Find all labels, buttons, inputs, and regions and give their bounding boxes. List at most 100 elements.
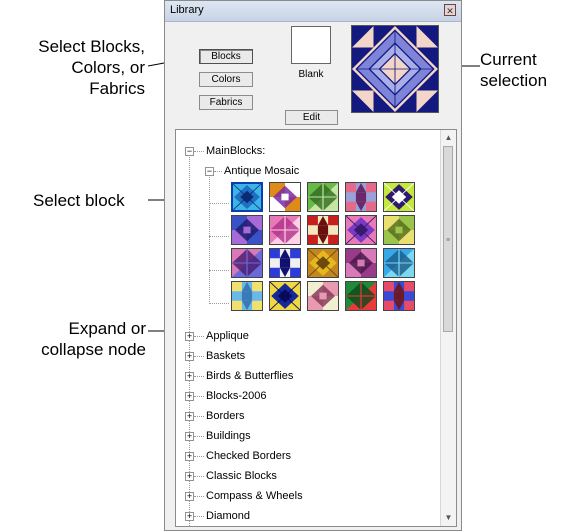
block-thumbnail[interactable] [231,215,263,245]
vertical-scrollbar[interactable]: ▲ ≡ ▼ [440,130,456,526]
block-image [270,216,300,244]
callout-line: Select Blocks, [38,37,145,56]
block-thumbnail[interactable] [231,248,263,278]
tree-guide [194,336,204,337]
tree-category-blocks-2006[interactable]: Blocks-2006 [206,388,267,404]
tree-category-classic-blocks[interactable]: Classic Blocks [206,468,277,484]
block-thumbnail[interactable] [307,215,339,245]
block-thumbnail[interactable] [345,182,377,212]
block-thumbnail[interactable] [269,215,301,245]
block-image [346,282,376,310]
tree-category-antique-mosaic[interactable]: Antique Mosaic [224,163,299,179]
callout-current-selection: Current selection [480,49,547,91]
antique-mosaic-collapse-toggle[interactable]: − [205,167,214,176]
tree-root-label[interactable]: MainBlocks: [206,143,265,159]
tree-guide [194,476,204,477]
block-thumbnail[interactable] [307,182,339,212]
tree-guide [209,270,229,271]
block-image [232,216,262,244]
expand-toggle-classic-blocks[interactable]: + [185,472,194,481]
block-thumbnail[interactable] [269,182,301,212]
block-thumbnail[interactable] [383,281,415,311]
block-thumbnail[interactable] [269,281,301,311]
tree-category-applique[interactable]: Applique [206,328,249,344]
block-thumbnail[interactable] [307,281,339,311]
panel-title: Library [170,4,204,16]
block-image [232,249,262,277]
block-image [346,216,376,244]
block-thumbnail[interactable] [269,248,301,278]
scroll-down-arrow-icon[interactable]: ▼ [441,510,456,526]
current-selection-preview [351,25,439,113]
tree-guide [194,456,204,457]
block-thumbnail[interactable] [383,182,415,212]
tree-guide [214,171,222,172]
expand-toggle-checked-borders[interactable]: + [185,452,194,461]
blank-swatch[interactable] [291,26,331,64]
expand-toggle-blocks-2006[interactable]: + [185,392,194,401]
block-image [232,282,262,310]
edit-button[interactable]: Edit [285,110,338,125]
block-image [346,183,376,211]
tree-category-baskets[interactable]: Baskets [206,348,245,364]
blank-label: Blank [298,69,324,80]
expand-toggle-baskets[interactable]: + [185,352,194,361]
tree-guide [194,356,204,357]
tree-guide [194,376,204,377]
grip-icon: ≡ [446,237,451,244]
block-thumbnail[interactable] [345,248,377,278]
close-button[interactable]: ✕ [444,4,456,16]
callout-select-block: Select block [33,191,125,210]
fabrics-button[interactable]: Fabrics [199,95,253,110]
expand-toggle-borders[interactable]: + [185,412,194,421]
current-block-image [352,26,438,112]
block-image [270,282,300,310]
block-image [308,216,338,244]
tree-guide [194,436,204,437]
block-image [233,184,261,210]
callout-expand-collapse: Expand or collapse node [33,318,146,360]
expand-toggle-buildings[interactable]: + [185,432,194,441]
tree-guide [194,396,204,397]
tree-guide [194,496,204,497]
tree-category-borders[interactable]: Borders [206,408,245,424]
block-thumbnail[interactable] [231,281,263,311]
root-collapse-toggle[interactable]: − [185,147,194,156]
blocks-button[interactable]: Blocks [199,49,253,64]
callout-select-sources: Select Blocks, Colors, or Fabrics [4,36,145,99]
callout-line: Expand or [68,319,147,338]
expand-toggle-compass-wheels[interactable]: + [185,492,194,501]
block-thumbnail[interactable] [345,215,377,245]
block-thumbnail[interactable] [383,215,415,245]
scroll-up-arrow-icon[interactable]: ▲ [441,130,456,146]
callout-line: Fabrics [89,79,145,98]
scroll-thumb[interactable]: ≡ [443,146,453,332]
block-thumbnail[interactable] [383,248,415,278]
tree-guide [209,172,210,304]
tree-guide [194,151,204,152]
tree-guide [209,203,229,204]
tree-guide [209,303,229,304]
expand-toggle-applique[interactable]: + [185,332,194,341]
colors-button[interactable]: Colors [199,72,253,87]
block-image [308,282,338,310]
block-image [308,183,338,211]
library-panel: Library ✕ Blocks Colors Fabrics Edit Bla… [164,0,462,531]
tree-category-compass-wheels[interactable]: Compass & Wheels [206,488,303,504]
block-image [384,249,414,277]
tree-category-checked-borders[interactable]: Checked Borders [206,448,291,464]
expand-toggle-diamond[interactable]: + [185,512,194,521]
title-bar: Library ✕ [165,1,461,22]
expand-toggle-birds-butterflies[interactable]: + [185,372,194,381]
callout-line: collapse node [41,340,146,359]
tree-category-diamond[interactable]: Diamond [206,508,250,524]
block-thumbnail[interactable] [231,182,263,212]
block-tree[interactable]: − MainBlocks: − Antique Mosaic + Applique… [175,129,457,527]
tree-category-birds-butterflies[interactable]: Birds & Butterflies [206,368,293,384]
block-image [346,249,376,277]
tree-guide [194,516,204,517]
block-thumbnail[interactable] [345,281,377,311]
tree-category-buildings[interactable]: Buildings [206,428,251,444]
block-thumbnail[interactable] [307,248,339,278]
tree-guide [194,416,204,417]
